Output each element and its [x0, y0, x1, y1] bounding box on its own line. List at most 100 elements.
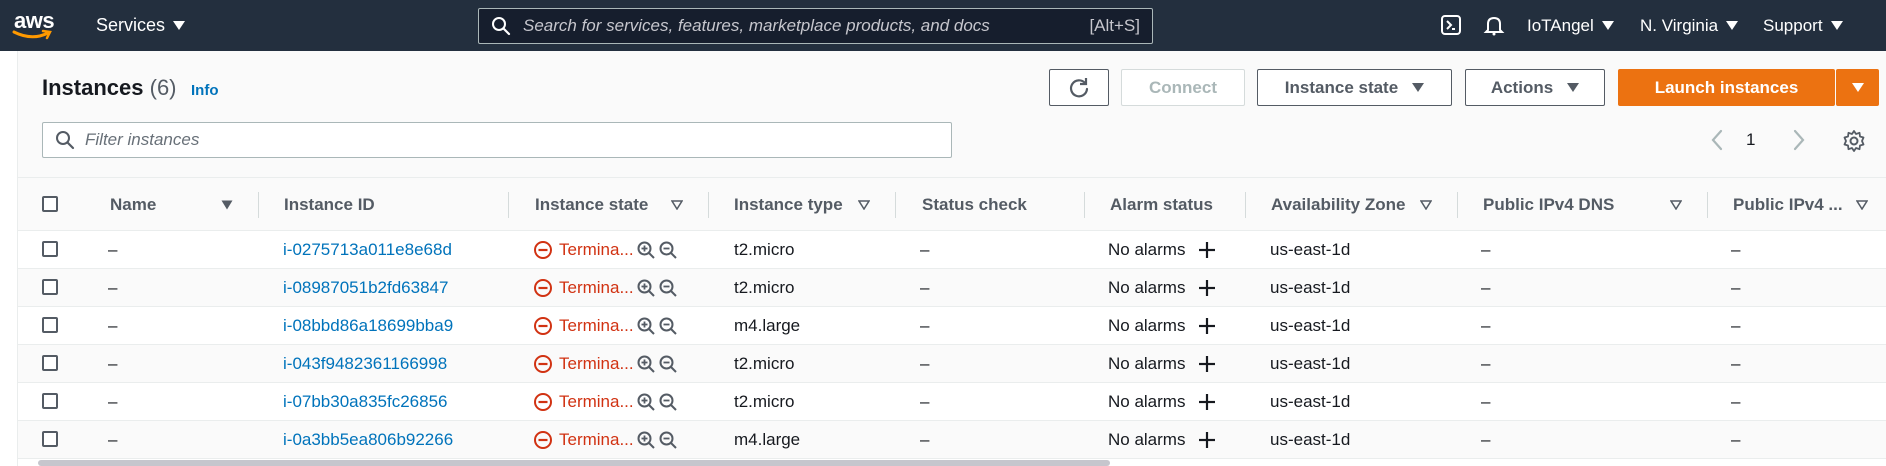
sort-icon[interactable]	[671, 200, 683, 210]
services-menu[interactable]: Services	[96, 0, 186, 51]
instance-id-link[interactable]: i-043f9482361166998	[283, 345, 447, 383]
next-page-icon[interactable]	[1789, 125, 1809, 155]
add-alarm-icon[interactable]	[1197, 316, 1217, 336]
zoom-out-icon[interactable]	[658, 354, 678, 374]
instance-count: (6)	[149, 75, 177, 100]
sort-icon[interactable]	[221, 200, 233, 210]
chevron-down-icon	[1567, 83, 1580, 92]
previous-page-icon[interactable]	[1707, 125, 1727, 155]
sort-icon[interactable]	[1420, 200, 1432, 210]
cell-name: –	[108, 430, 118, 449]
table-row[interactable]: – i-043f9482361166998 Termina... t2.micr…	[18, 345, 1886, 383]
launch-instances-button[interactable]: Launch instances	[1618, 69, 1835, 106]
select-all-checkbox[interactable]	[42, 196, 58, 212]
zoom-out-icon[interactable]	[658, 278, 678, 298]
instance-state-dropdown[interactable]: Instance state	[1257, 69, 1452, 106]
row-checkbox[interactable]	[42, 355, 58, 371]
table-row[interactable]: – i-08987051b2fd63847 Termina... t2.micr…	[18, 269, 1886, 307]
column-header-public-ipv4[interactable]: Public IPv4 ...	[1733, 178, 1843, 231]
column-header-public-ipv4-dns[interactable]: Public IPv4 DNS	[1483, 178, 1614, 231]
column-header-alarm-status[interactable]: Alarm status	[1110, 178, 1213, 231]
current-page-number[interactable]: 1	[1746, 125, 1755, 155]
add-alarm-icon[interactable]	[1197, 278, 1217, 298]
notification-bell-icon[interactable]	[1483, 14, 1505, 36]
alarm-status-text: No alarms	[1108, 316, 1186, 335]
column-divider[interactable]	[508, 192, 509, 218]
alarm-status-text: No alarms	[1108, 278, 1186, 297]
column-divider[interactable]	[895, 192, 896, 218]
account-menu[interactable]: IoTAngel	[1527, 0, 1614, 51]
cell-name: –	[108, 278, 118, 297]
table-row[interactable]: – i-07bb30a835fc26856 Termina... t2.micr…	[18, 383, 1886, 421]
table-row[interactable]: – i-0a3bb5ea806b92266 Termina... m4.larg…	[18, 421, 1886, 459]
row-checkbox[interactable]	[42, 241, 58, 257]
add-alarm-icon[interactable]	[1197, 240, 1217, 260]
connect-button[interactable]: Connect	[1121, 69, 1245, 106]
column-header-status-check[interactable]: Status check	[922, 178, 1027, 231]
cell-instance-type: m4.large	[734, 316, 801, 335]
table-row[interactable]: – i-08bbd86a18699bba9 Termina... m4.larg…	[18, 307, 1886, 345]
sort-icon[interactable]	[858, 200, 870, 210]
instance-id-link[interactable]: i-0275713a011e8e68d	[283, 231, 452, 269]
zoom-out-icon[interactable]	[658, 430, 678, 450]
cell-availability-zone: us-east-1d	[1270, 316, 1351, 335]
launch-options-dropdown[interactable]	[1836, 69, 1879, 106]
filter-placeholder: Filter instances	[85, 130, 200, 149]
sort-icon[interactable]	[1670, 200, 1682, 210]
row-checkbox[interactable]	[42, 431, 58, 447]
cloudshell-icon[interactable]	[1440, 14, 1462, 36]
instance-state-text: Termina...	[559, 240, 634, 259]
column-divider[interactable]	[708, 192, 709, 218]
info-link[interactable]: Info	[191, 82, 219, 99]
zoom-out-icon[interactable]	[658, 392, 678, 412]
zoom-in-icon[interactable]	[636, 392, 656, 412]
column-header-availability-zone[interactable]: Availability Zone	[1271, 178, 1405, 231]
column-header-instance-id[interactable]: Instance ID	[284, 178, 375, 231]
column-divider[interactable]	[258, 192, 259, 218]
column-divider[interactable]	[1084, 192, 1085, 218]
column-divider[interactable]	[1707, 192, 1708, 218]
zoom-in-icon[interactable]	[636, 430, 656, 450]
alarm-status-text: No alarms	[1108, 392, 1186, 411]
horizontal-scrollbar[interactable]	[38, 460, 1110, 466]
region-menu[interactable]: N. Virginia	[1640, 0, 1739, 51]
table-row[interactable]: – i-0275713a011e8e68d Termina... t2.micr…	[18, 231, 1886, 269]
instance-id-link[interactable]: i-07bb30a835fc26856	[283, 383, 447, 421]
column-header-instance-state[interactable]: Instance state	[535, 178, 648, 231]
instance-id-link[interactable]: i-08bbd86a18699bba9	[283, 307, 453, 345]
cell-status-check: –	[920, 430, 930, 449]
add-alarm-icon[interactable]	[1197, 354, 1217, 374]
column-header-instance-type[interactable]: Instance type	[734, 178, 843, 231]
cell-alarm-status: No alarms	[1108, 231, 1217, 269]
instance-id-link[interactable]: i-08987051b2fd63847	[283, 269, 448, 307]
row-checkbox[interactable]	[42, 317, 58, 333]
column-header-name[interactable]: Name	[110, 178, 156, 231]
settings-gear-icon[interactable]	[1842, 129, 1866, 153]
filter-instances-input[interactable]: Filter instances	[42, 122, 952, 158]
cell-alarm-status: No alarms	[1108, 307, 1217, 345]
row-checkbox[interactable]	[42, 393, 58, 409]
zoom-in-icon[interactable]	[636, 240, 656, 260]
column-divider[interactable]	[1457, 192, 1458, 218]
refresh-button[interactable]	[1049, 69, 1109, 106]
row-checkbox[interactable]	[42, 279, 58, 295]
support-menu[interactable]: Support	[1763, 0, 1843, 51]
instance-id-link[interactable]: i-0a3bb5ea806b92266	[283, 421, 453, 459]
zoom-out-icon[interactable]	[658, 316, 678, 336]
global-search-input[interactable]: Search for services, features, marketpla…	[478, 8, 1153, 44]
add-alarm-icon[interactable]	[1197, 392, 1217, 412]
cell-instance-type: t2.micro	[734, 354, 795, 373]
zoom-in-icon[interactable]	[636, 316, 656, 336]
cell-public-ip: –	[1731, 240, 1741, 259]
sort-icon[interactable]	[1856, 200, 1868, 210]
cell-alarm-status: No alarms	[1108, 269, 1217, 307]
add-alarm-icon[interactable]	[1197, 430, 1217, 450]
zoom-out-icon[interactable]	[658, 240, 678, 260]
column-divider[interactable]	[1245, 192, 1246, 218]
aws-logo[interactable]: aws	[12, 7, 56, 43]
zoom-in-icon[interactable]	[636, 354, 656, 374]
zoom-in-icon[interactable]	[636, 278, 656, 298]
actions-dropdown[interactable]: Actions	[1465, 69, 1605, 106]
search-icon	[492, 17, 511, 36]
cell-public-ip: –	[1731, 430, 1741, 449]
